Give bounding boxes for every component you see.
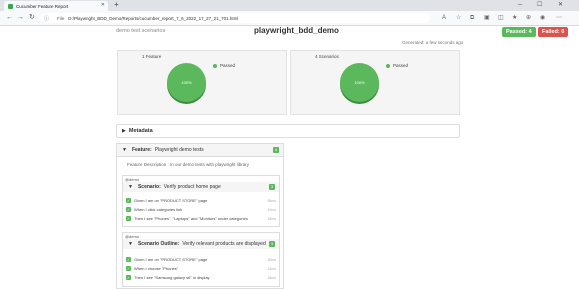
extensions-icon[interactable]: ⧉ (470, 13, 474, 23)
scenario-name: Verify relevant products are displayed (182, 241, 266, 247)
maximize-icon[interactable]: ☐ (537, 0, 542, 10)
check-icon: ✓ (126, 275, 131, 280)
browser-titlebar: Cucumber Feature Report ✕ + ─ ☐ ✕ (0, 0, 579, 11)
step-row: ✓ When I click categories link 10ms (126, 207, 276, 212)
split-screen-icon[interactable]: ◫ (498, 13, 504, 23)
minimize-icon[interactable]: ─ (518, 0, 522, 10)
step-duration: 15ms (267, 216, 276, 221)
step-text: Then I see "Phones", "Laptops" and "Moni… (134, 216, 248, 221)
legend-passed-dot (386, 63, 390, 68)
feature-pie-label: 100% (181, 80, 192, 85)
feature-chart-legend[interactable]: Passed (213, 63, 235, 68)
favorite-icon[interactable]: ☆ (456, 13, 461, 23)
legend-passed-dot (213, 63, 217, 68)
scenario-card: @demo ▼ Scenario Outline: Verify relevan… (122, 232, 280, 287)
scenario-name: Verify product home page (163, 184, 221, 190)
step-duration: 12ms (267, 266, 276, 271)
window-close-icon[interactable]: ✕ (558, 0, 563, 10)
check-icon: ✓ (126, 216, 131, 221)
feature-description: Feature Description : In our demo tests … (127, 162, 250, 167)
scenario-label: demo test scenarios (116, 28, 166, 34)
step-row: ✓ Given I am on "PRODUCT STORE" page 30m… (126, 257, 276, 262)
collections-icon[interactable]: ▣ (484, 13, 490, 23)
check-icon: ✓ (126, 207, 131, 212)
browser-tab[interactable]: Cucumber Feature Report ✕ (4, 1, 108, 11)
feature-chart-caption: 1 Feature (142, 54, 162, 59)
feature-header[interactable]: ▼ Feature: Playwright demo tests 4 (117, 144, 283, 157)
feature-chart-panel: 1 Feature 100% Passed (117, 50, 287, 115)
report-favicon-icon (8, 3, 13, 9)
step-row: ✓ Then I see "Samsung galaxy s6" in disp… (126, 275, 276, 280)
address-url: D:/Playwright_BDD_Demo/Reports/cucumber_… (68, 15, 239, 21)
scenario-pie-label: 100% (354, 80, 365, 85)
tab-title: Cucumber Feature Report (16, 3, 69, 9)
step-duration: 55ms (267, 198, 276, 203)
scenario-header[interactable]: ▼ Scenario Outline: Verify relevant prod… (123, 239, 279, 249)
scenario-header[interactable]: ▼ Scenario: Verify product home page 3 (123, 182, 279, 192)
feature-count-badge: 4 (273, 147, 279, 153)
favorites-bar-icon[interactable]: ★ (512, 13, 517, 23)
scenario-card: @demo ▼ Scenario: Verify product home pa… (122, 175, 280, 227)
info-icon: ⓘ (44, 15, 50, 22)
scenario-chart-panel: 4 Scenarios 100% Passed (290, 50, 460, 115)
step-row: ✓ When I choose "Phones" 12ms (126, 266, 276, 271)
step-text: When I choose "Phones" (134, 266, 179, 271)
step-duration: 10ms (267, 207, 276, 212)
address-bar[interactable]: ⓘ File D:/Playwright_BDD_Demo/Reports/cu… (40, 13, 430, 23)
scenario-legend-label: Passed (393, 63, 409, 68)
feature-name: Playwright demo tests (154, 147, 204, 153)
chevron-down-icon: ▼ (128, 184, 133, 190)
check-icon: ✓ (126, 198, 131, 203)
refresh-icon[interactable]: ↻ (29, 13, 35, 23)
feature-card: ▼ Feature: Playwright demo tests 4 Featu… (116, 143, 284, 289)
step-text: Then I see "Samsung galaxy s6" in displa… (134, 275, 210, 280)
generated-timestamp: Generated: a few seconds ago (402, 40, 464, 45)
collections-add-icon[interactable]: ⊕ (526, 13, 531, 23)
scenario-keyword: Scenario: (137, 184, 161, 190)
check-icon: ✓ (126, 266, 131, 271)
scenario-keyword: Scenario Outline: (137, 241, 180, 247)
forward-icon[interactable]: → (17, 13, 24, 23)
metadata-toggle[interactable]: ▶ Metadata (116, 124, 460, 138)
metadata-title: Metadata (128, 128, 153, 134)
reading-view-icon[interactable]: A (442, 13, 446, 23)
scenario-chart-legend[interactable]: Passed (386, 63, 408, 68)
check-icon: ✓ (126, 257, 131, 262)
feature-legend-label: Passed (220, 63, 236, 68)
tab-close-icon[interactable]: ✕ (101, 2, 105, 8)
chevron-down-icon: ▼ (128, 241, 133, 247)
step-text: Given I am on "PRODUCT STORE" page (134, 198, 208, 203)
step-row: ✓ Then I see "Phones", "Laptops" and "Mo… (126, 216, 276, 221)
feature-keyword: Feature: (131, 147, 152, 153)
chevron-right-icon: ▶ (122, 128, 126, 134)
step-text: When I click categories link (134, 207, 183, 212)
report-header: demo test scenarios playwright_bdd_demo … (0, 26, 579, 40)
failed-badge: Failed: 0 (538, 27, 569, 37)
step-duration: 18ms (267, 275, 276, 280)
scenario-chart-caption: 4 Scenarios (315, 54, 339, 59)
address-prefix: File (57, 15, 65, 21)
profile-icon[interactable]: ◉ (540, 13, 545, 23)
menu-icon[interactable]: ⋯ (556, 13, 562, 23)
project-title: playwright_bdd_demo (254, 26, 339, 35)
step-row: ✓ Given I am on "PRODUCT STORE" page 55m… (126, 198, 276, 203)
step-duration: 30ms (267, 257, 276, 262)
passed-badge: Passed: 4 (502, 27, 536, 37)
browser-toolbar: ← → ↻ ⓘ File D:/Playwright_BDD_Demo/Repo… (0, 11, 579, 26)
chevron-down-icon: ▼ (122, 147, 127, 153)
step-text: Given I am on "PRODUCT STORE" page (134, 257, 208, 262)
new-tab-icon[interactable]: + (114, 0, 119, 10)
feature-pie-slice-passed[interactable]: 100% (167, 63, 206, 102)
scenario-pie-slice-passed[interactable]: 100% (340, 63, 379, 102)
scenario-count-badge: 3 (269, 184, 275, 190)
back-icon[interactable]: ← (6, 13, 13, 23)
scenario-count-badge: 3 (269, 241, 275, 247)
